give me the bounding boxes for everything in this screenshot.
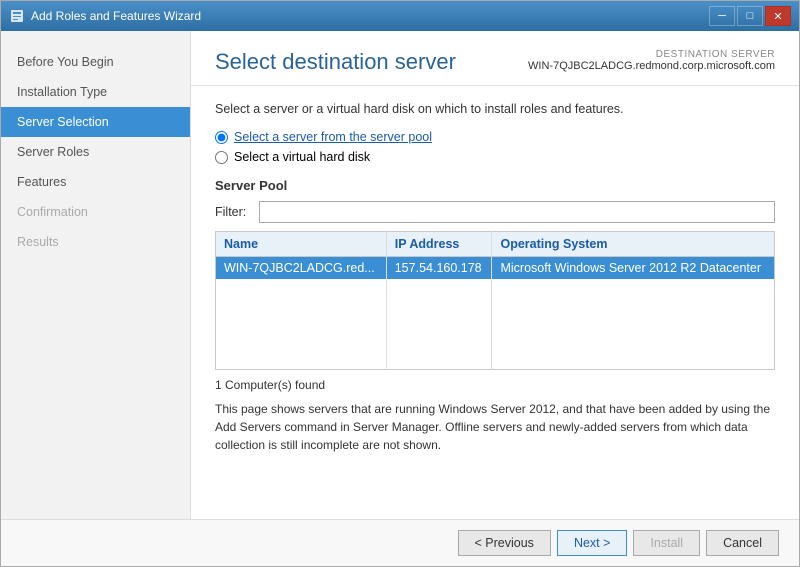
count-text: 1 Computer(s) found bbox=[215, 378, 775, 392]
radio-vhd-label[interactable]: Select a virtual hard disk bbox=[234, 150, 370, 164]
column-name: Name bbox=[216, 232, 387, 257]
title-bar-left: Add Roles and Features Wizard bbox=[9, 8, 201, 24]
sidebar-item-installation-type[interactable]: Installation Type bbox=[1, 77, 190, 107]
info-text: This page shows servers that are running… bbox=[215, 400, 775, 454]
destination-server-value: WIN-7QJBC2LADCG.redmond.corp.microsoft.c… bbox=[528, 60, 775, 72]
server-pool-section: Server Pool Filter: Name IP Address Oper… bbox=[215, 178, 775, 454]
previous-button[interactable]: < Previous bbox=[458, 530, 551, 556]
cancel-button[interactable]: Cancel bbox=[706, 530, 779, 556]
wizard-icon bbox=[9, 8, 25, 24]
table-header-row: Name IP Address Operating System bbox=[216, 232, 775, 257]
close-button[interactable]: ✕ bbox=[765, 6, 791, 26]
column-os: Operating System bbox=[492, 232, 775, 257]
table-row[interactable]: WIN-7QJBC2LADCG.red...157.54.160.178Micr… bbox=[216, 257, 775, 280]
radio-server-pool[interactable]: Select a server from the server pool bbox=[215, 130, 775, 144]
maximize-button[interactable]: □ bbox=[737, 6, 763, 26]
minimize-button[interactable]: ─ bbox=[709, 6, 735, 26]
destination-server-label: DESTINATION SERVER bbox=[528, 49, 775, 60]
main-header: Select destination server DESTINATION SE… bbox=[191, 31, 799, 86]
next-button[interactable]: Next > bbox=[557, 530, 627, 556]
radio-server-pool-label[interactable]: Select a server from the server pool bbox=[234, 130, 432, 144]
table-row-empty bbox=[216, 351, 775, 369]
cell-ip: 157.54.160.178 bbox=[386, 257, 492, 280]
sidebar-item-results: Results bbox=[1, 227, 190, 257]
table-row-empty bbox=[216, 297, 775, 315]
main-content: Select destination server DESTINATION SE… bbox=[191, 31, 799, 519]
sidebar: Before You Begin Installation Type Serve… bbox=[1, 31, 191, 519]
content-area: Before You Begin Installation Type Serve… bbox=[1, 31, 799, 519]
sidebar-item-features[interactable]: Features bbox=[1, 167, 190, 197]
cell-os: Microsoft Windows Server 2012 R2 Datacen… bbox=[492, 257, 775, 280]
footer: < Previous Next > Install Cancel bbox=[1, 519, 799, 566]
server-pool-title: Server Pool bbox=[215, 178, 775, 193]
sidebar-item-server-roles[interactable]: Server Roles bbox=[1, 137, 190, 167]
filter-input[interactable] bbox=[259, 201, 775, 223]
table-row-empty bbox=[216, 315, 775, 333]
column-ip: IP Address bbox=[386, 232, 492, 257]
cell-name: WIN-7QJBC2LADCG.red... bbox=[216, 257, 387, 280]
filter-row: Filter: bbox=[215, 201, 775, 223]
destination-server-info: DESTINATION SERVER WIN-7QJBC2LADCG.redmo… bbox=[528, 49, 775, 72]
radio-group: Select a server from the server pool Sel… bbox=[215, 130, 775, 164]
main-body: Select a server or a virtual hard disk o… bbox=[191, 86, 799, 519]
page-title: Select destination server bbox=[215, 49, 456, 75]
title-bar-controls: ─ □ ✕ bbox=[709, 6, 791, 26]
sidebar-item-server-selection[interactable]: Server Selection bbox=[1, 107, 190, 137]
window-title: Add Roles and Features Wizard bbox=[31, 9, 201, 23]
install-button: Install bbox=[633, 530, 700, 556]
sidebar-item-before-you-begin[interactable]: Before You Begin bbox=[1, 47, 190, 77]
server-table: Name IP Address Operating System WIN-7QJ… bbox=[215, 231, 775, 370]
title-bar: Add Roles and Features Wizard ─ □ ✕ bbox=[1, 1, 799, 31]
radio-vhd[interactable]: Select a virtual hard disk bbox=[215, 150, 775, 164]
filter-label: Filter: bbox=[215, 205, 251, 219]
sidebar-item-confirmation: Confirmation bbox=[1, 197, 190, 227]
wizard-window: Add Roles and Features Wizard ─ □ ✕ Befo… bbox=[0, 0, 800, 567]
table-row-empty bbox=[216, 279, 775, 297]
description-text: Select a server or a virtual hard disk o… bbox=[215, 102, 775, 116]
table-row-empty bbox=[216, 333, 775, 351]
